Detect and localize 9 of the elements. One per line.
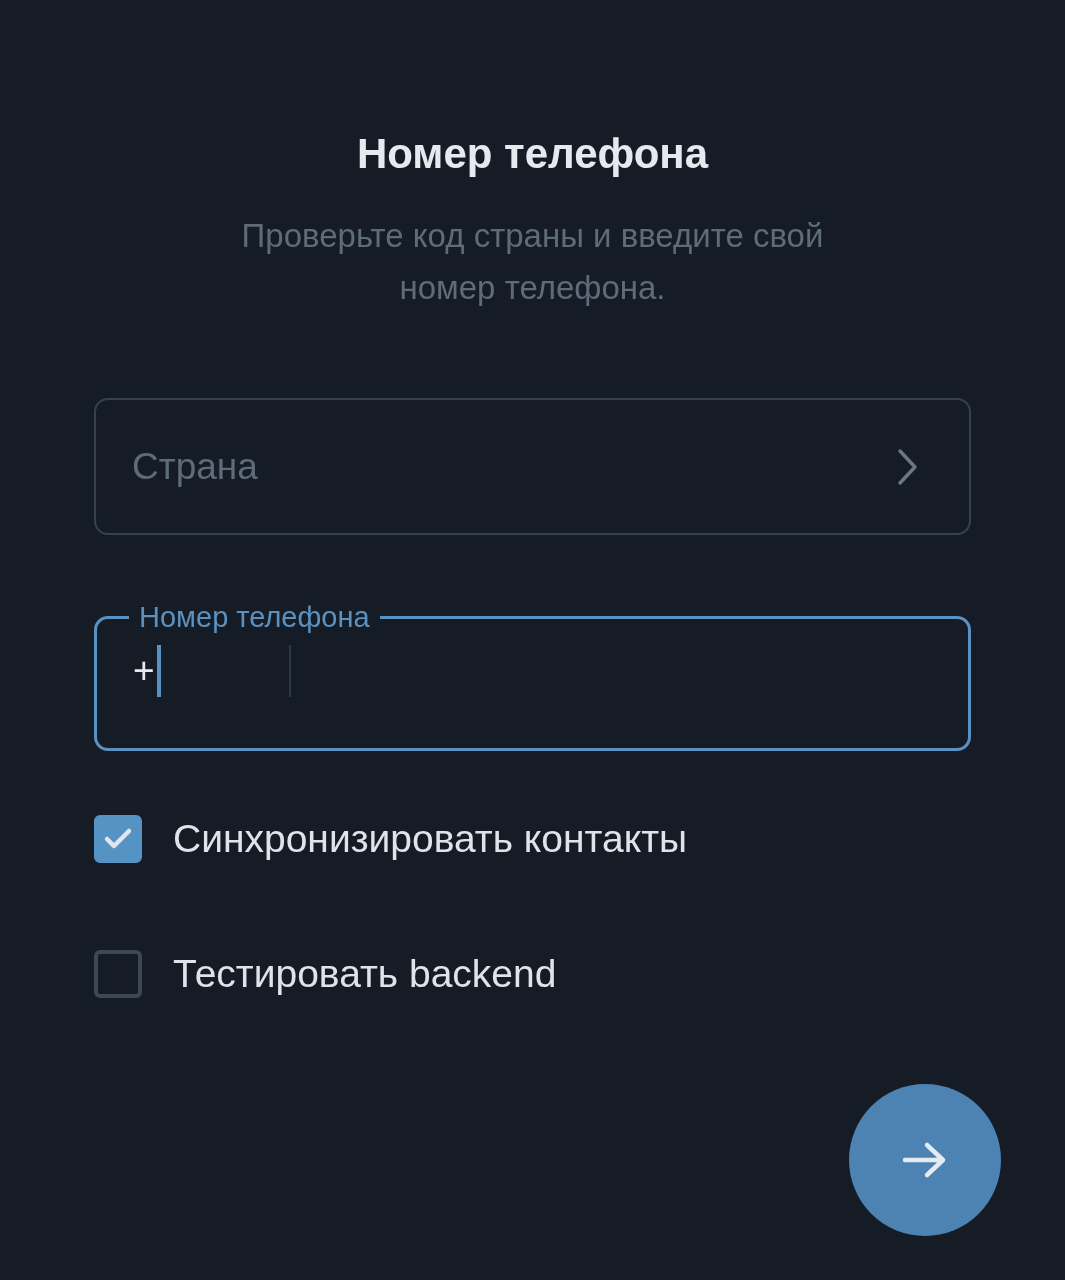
checkbox[interactable]: [94, 815, 142, 863]
instruction-text: Проверьте код страны и введите свой номер телефона.: [240, 216, 825, 308]
checkbox-label: Тестировать backend: [173, 952, 557, 996]
text-cursor: [156, 645, 161, 697]
checkbox[interactable]: [94, 950, 142, 998]
check-icon: [103, 827, 133, 851]
screen-title: Номер телефона: [355, 129, 710, 179]
chevron-right-icon: [897, 447, 919, 486]
checkbox-label: Синхронизировать контакты: [173, 817, 688, 861]
